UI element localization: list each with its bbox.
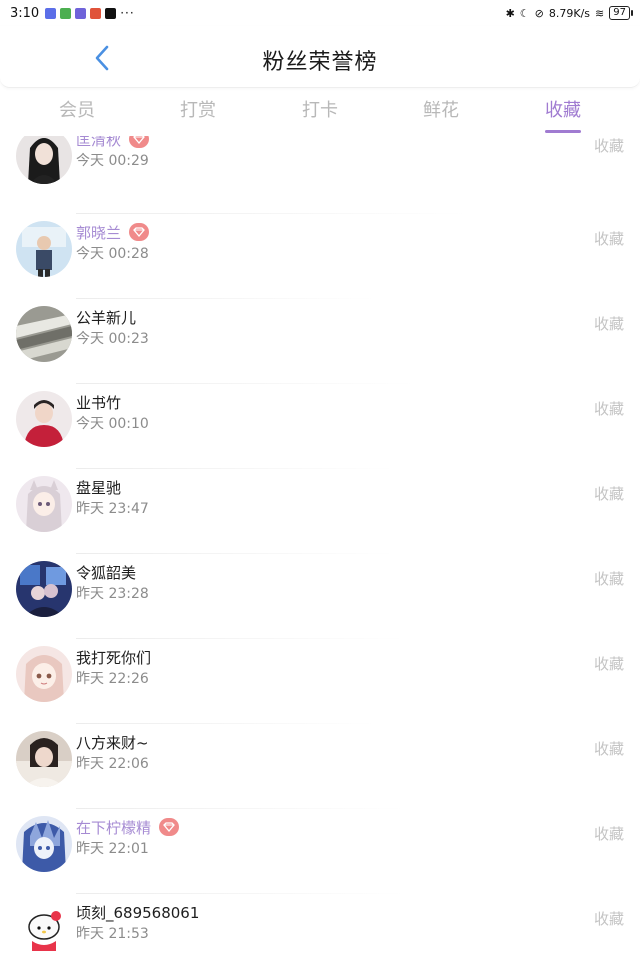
status-bar: 3:10 ··· ✱ ☾ ⊘ 8.79K/s ≋ 97 bbox=[0, 0, 640, 26]
divider bbox=[76, 383, 416, 384]
favorite-time: 今天 00:10 bbox=[76, 416, 149, 432]
avatar[interactable] bbox=[16, 561, 72, 617]
favorite-time: 昨天 22:26 bbox=[76, 671, 149, 687]
divider bbox=[76, 893, 406, 894]
name-line: 令狐韶美 bbox=[76, 561, 136, 583]
favorite-label: 收藏 bbox=[593, 655, 624, 673]
bluetooth-icon: ✱ bbox=[505, 6, 515, 20]
tiktok-notification-icon bbox=[105, 7, 117, 19]
qq-notification-icon bbox=[90, 7, 102, 19]
favorite-label: 收藏 bbox=[593, 825, 624, 843]
more-notifications-icon: ··· bbox=[120, 6, 135, 20]
avatar[interactable] bbox=[16, 816, 72, 872]
favorite-time: 今天 00:28 bbox=[76, 246, 149, 262]
avatar[interactable] bbox=[16, 136, 72, 184]
favorite-label: 收藏 bbox=[593, 315, 624, 333]
vip-diamond-icon bbox=[129, 136, 150, 148]
fan-name[interactable]: 匡清秋 bbox=[76, 136, 121, 150]
avatar[interactable] bbox=[16, 731, 72, 787]
name-line: 郭晓兰 bbox=[76, 221, 150, 243]
divider bbox=[76, 553, 396, 554]
favorite-time: 今天 00:23 bbox=[76, 331, 149, 347]
avatar[interactable] bbox=[16, 221, 72, 277]
list-item[interactable]: 郭晓兰 今天 00:28 收藏 bbox=[0, 221, 640, 306]
fan-name[interactable]: 在下柠檬精 bbox=[76, 817, 151, 838]
list-item[interactable]: 顷刻_689568061 昨天 21:53 收藏 bbox=[0, 901, 640, 974]
favorite-time: 昨天 22:06 bbox=[76, 756, 149, 772]
divider bbox=[76, 808, 406, 809]
tab-member[interactable]: 会员 bbox=[37, 96, 117, 122]
favorite-label: 收藏 bbox=[593, 485, 624, 503]
status-time: 3:10 bbox=[10, 5, 40, 21]
status-right: ✱ ☾ ⊘ 8.79K/s ≋ 97 bbox=[505, 6, 633, 20]
favorite-label: 收藏 bbox=[593, 400, 624, 418]
name-line: 顷刻_689568061 bbox=[76, 901, 199, 923]
favorite-time: 昨天 21:53 bbox=[76, 926, 149, 942]
favorite-time: 昨天 22:01 bbox=[76, 841, 149, 857]
do-not-disturb-icon: ☾ bbox=[519, 6, 530, 20]
name-line: 在下柠檬精 bbox=[76, 816, 180, 838]
wifi-icon: ≋ bbox=[595, 6, 605, 20]
fan-list[interactable]: 匡清秋 今天 00:29 收藏 郭晓兰 今天 00:28 收藏 公羊新儿 今天 … bbox=[0, 136, 640, 974]
tab-bar: 会员 打赏 打卡 鲜花 收藏 bbox=[0, 90, 640, 136]
vip-diamond-icon bbox=[129, 223, 150, 241]
name-line: 业书竹 bbox=[76, 391, 121, 413]
active-tab-indicator bbox=[545, 130, 581, 133]
list-item[interactable]: 业书竹 今天 00:10 收藏 bbox=[0, 391, 640, 476]
name-line: 公羊新儿 bbox=[76, 306, 136, 328]
list-item[interactable]: 公羊新儿 今天 00:23 收藏 bbox=[0, 306, 640, 391]
fan-name[interactable]: 郭晓兰 bbox=[76, 222, 121, 243]
favorite-label: 收藏 bbox=[593, 740, 624, 758]
list-item[interactable]: 盘星驰 昨天 23:47 收藏 bbox=[0, 476, 640, 561]
wechat-notification-icon bbox=[60, 7, 72, 19]
avatar[interactable] bbox=[16, 646, 72, 702]
fan-name[interactable]: 我打死你们 bbox=[76, 647, 151, 668]
fan-name[interactable]: 业书竹 bbox=[76, 392, 121, 413]
fan-name[interactable]: 公羊新儿 bbox=[76, 307, 136, 328]
list-item[interactable]: 匡清秋 今天 00:29 收藏 bbox=[0, 136, 640, 213]
divider bbox=[76, 638, 406, 639]
fan-name[interactable]: 八方来财~ bbox=[76, 732, 149, 753]
fan-name[interactable]: 盘星驰 bbox=[76, 477, 121, 498]
tab-reward[interactable]: 打赏 bbox=[158, 96, 238, 122]
avatar[interactable] bbox=[16, 476, 72, 532]
battery-indicator: 97 bbox=[609, 6, 633, 20]
divider bbox=[76, 213, 468, 214]
avatar[interactable] bbox=[16, 391, 72, 447]
list-item[interactable]: 令狐韶美 昨天 23:28 收藏 bbox=[0, 561, 640, 646]
mute-icon: ⊘ bbox=[534, 6, 544, 20]
status-left: 3:10 ··· bbox=[10, 6, 135, 21]
favorite-time: 昨天 23:28 bbox=[76, 586, 149, 602]
page-title: 粉丝荣誉榜 bbox=[262, 50, 378, 75]
list-item[interactable]: 在下柠檬精 昨天 22:01 收藏 bbox=[0, 816, 640, 901]
tab-checkin[interactable]: 打卡 bbox=[280, 96, 360, 122]
favorite-label: 收藏 bbox=[593, 910, 624, 928]
network-speed: 8.79K/s bbox=[548, 6, 591, 20]
favorite-time: 今天 00:29 bbox=[76, 153, 149, 169]
name-line: 八方来财~ bbox=[76, 731, 149, 753]
vip-diamond-icon bbox=[159, 818, 180, 836]
favorite-label: 收藏 bbox=[593, 570, 624, 588]
tab-favorites[interactable]: 收藏 bbox=[523, 96, 603, 122]
name-line: 盘星驰 bbox=[76, 476, 121, 498]
list-item[interactable]: 八方来财~ 昨天 22:06 收藏 bbox=[0, 731, 640, 816]
app-notification-icon bbox=[75, 7, 87, 19]
header-bar: 粉丝荣誉榜 bbox=[0, 26, 640, 88]
tab-flowers[interactable]: 鲜花 bbox=[401, 96, 481, 122]
divider bbox=[76, 468, 396, 469]
favorite-label: 收藏 bbox=[593, 137, 624, 155]
avatar[interactable] bbox=[16, 306, 72, 362]
avatar[interactable] bbox=[16, 901, 72, 957]
name-line: 我打死你们 bbox=[76, 646, 151, 668]
divider bbox=[76, 723, 376, 724]
fan-name[interactable]: 令狐韶美 bbox=[76, 562, 136, 583]
divider bbox=[76, 298, 376, 299]
fan-name[interactable]: 顷刻_689568061 bbox=[76, 902, 199, 923]
favorite-time: 昨天 23:47 bbox=[76, 501, 149, 517]
favorite-label: 收藏 bbox=[593, 230, 624, 248]
name-line: 匡清秋 bbox=[76, 136, 150, 150]
app-notification-icon bbox=[45, 7, 57, 19]
list-item[interactable]: 我打死你们 昨天 22:26 收藏 bbox=[0, 646, 640, 731]
